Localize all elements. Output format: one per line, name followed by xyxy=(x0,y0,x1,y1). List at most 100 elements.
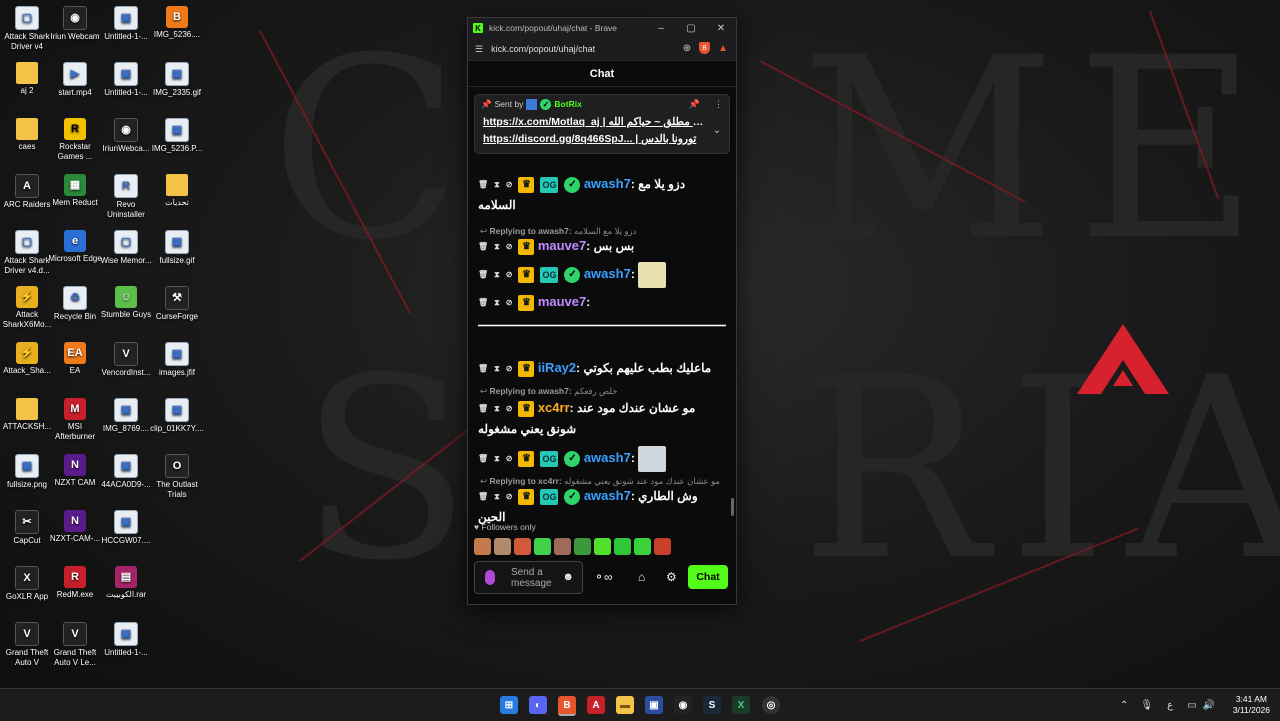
chat-message[interactable]: 🗑 ⧗ ⊘ ♛ OG ✓ awash7: xyxy=(478,446,726,472)
file-explorer-icon[interactable]: ▬ xyxy=(616,696,634,714)
desktop-icon[interactable]: ⚡ Attack_Sha... xyxy=(0,342,54,376)
chat-message[interactable]: 🗑 ⧗ ⊘ ♛ OG ✓ awash7: وش الطاري الحين xyxy=(478,486,726,527)
desktop-icon[interactable]: ▣ IMG_5236.P... xyxy=(150,118,204,154)
desktop-icon[interactable]: ▣ IMG_2335.gif xyxy=(150,62,204,98)
store-icon[interactable]: ⌂ xyxy=(638,570,645,584)
start-windows-icon[interactable]: ⊞ xyxy=(500,696,518,714)
emote-button[interactable] xyxy=(574,538,591,555)
desktop-icon[interactable]: caes xyxy=(0,118,54,152)
timeout-icon[interactable]: ⧗ xyxy=(494,399,500,419)
desktop-icon[interactable]: R RedM.exe xyxy=(48,566,102,600)
ban-icon[interactable]: ⊘ xyxy=(506,265,513,285)
username[interactable]: iiRay2 xyxy=(538,360,576,375)
ban-icon[interactable]: ⊘ xyxy=(506,359,513,379)
network-icon[interactable]: ▭ xyxy=(1187,700,1196,711)
desktop-icon[interactable]: ◉ IriunWebca... xyxy=(99,118,153,154)
app-taskbar-icon[interactable]: ▣ xyxy=(645,696,663,714)
ban-icon[interactable]: ⊘ xyxy=(506,399,513,419)
delete-icon[interactable]: 🗑 xyxy=(478,359,488,379)
steam-icon[interactable]: S xyxy=(703,696,721,714)
title-bar[interactable]: K kick.com/popout/uhaj/chat - Brave – ▢ … xyxy=(468,18,736,38)
chat-message[interactable]: 🗑 ⧗ ⊘ ♛ iiRay2: ماعليك بطب عليهم بكوتي xyxy=(478,358,726,379)
unpin-icon[interactable]: 📌 xyxy=(689,99,700,110)
desktop-icon[interactable]: ⚒ CurseForge xyxy=(150,286,204,322)
delete-icon[interactable]: 🗑 xyxy=(478,399,488,419)
desktop-icon[interactable]: V Grand Theft Auto V xyxy=(0,622,54,668)
microphone-icon[interactable] xyxy=(485,570,495,585)
username[interactable]: awash7 xyxy=(584,176,631,191)
goxlr-taskbar-icon[interactable]: X xyxy=(732,696,750,714)
emote-button[interactable] xyxy=(654,538,671,555)
desktop-icon[interactable]: EA EA xyxy=(48,342,102,376)
ban-icon[interactable]: ⊘ xyxy=(506,449,513,469)
desktop-icon[interactable]: ▣ Untitled-1-... xyxy=(99,62,153,98)
delete-icon[interactable]: 🗑 xyxy=(478,237,488,257)
pinned-link-discord[interactable]: https://discord.gg/8q466SpJ... | تورونا … xyxy=(475,130,729,147)
brave-shields-icon[interactable]: B xyxy=(699,42,711,54)
desktop-icon[interactable]: ▢ Attack Shark Driver v4.d... xyxy=(0,230,54,276)
emote-button[interactable] xyxy=(534,538,551,555)
microphone-tray-icon[interactable]: 🎙 xyxy=(1140,700,1153,711)
emote-button[interactable] xyxy=(474,538,491,555)
username[interactable]: awash7 xyxy=(584,266,631,281)
username[interactable]: xc4rr xyxy=(538,400,570,415)
address-bar[interactable]: ☰ kick.com/popout/uhaj/chat ⊕ B ▲ xyxy=(468,38,736,61)
volume-icon[interactable]: 🔊 xyxy=(1203,700,1215,711)
emote-button[interactable] xyxy=(594,538,611,555)
desktop-icon[interactable]: e Microsoft Edge xyxy=(48,230,102,264)
chat-message[interactable]: 🗑 ⧗ ⊘ ♛ xc4rr: مو عشان عندك مود عند شونق… xyxy=(478,398,726,439)
minimize-button[interactable]: – xyxy=(646,18,676,38)
desktop-icon[interactable]: ▣ clip_01KK7Y.... xyxy=(150,398,204,434)
desktop-icon[interactable]: B IMG_5236.... xyxy=(150,6,204,40)
timeout-icon[interactable]: ⧗ xyxy=(494,265,500,285)
timeout-icon[interactable]: ⧗ xyxy=(494,175,500,195)
desktop-icon[interactable]: ♻ Recycle Bin xyxy=(48,286,102,322)
message-input[interactable]: Send a message ☻ xyxy=(474,561,583,594)
ban-icon[interactable]: ⊘ xyxy=(506,487,513,507)
desktop-icon[interactable]: V Grand Theft Auto V Le... xyxy=(48,622,102,668)
desktop-icon[interactable]: ▤ الكوبيبت.rar xyxy=(99,566,153,600)
desktop-icon[interactable]: N NZXT CAM xyxy=(48,454,102,488)
desktop-icon[interactable]: ✂ CapCut xyxy=(0,510,54,546)
app-circle-icon[interactable]: ◎ xyxy=(762,696,780,714)
desktop-icon[interactable]: ◉ Iriun Webcam xyxy=(48,6,102,42)
brave-taskbar-icon[interactable]: B xyxy=(558,696,576,716)
chat-message[interactable]: 🗑 ⧗ ⊘ ♛ mauve7: بس بس xyxy=(478,236,726,257)
desktop-icon[interactable]: ▣ Untitled-1-... xyxy=(99,622,153,658)
reply-context[interactable]: ↩ Replying to awash7: خلص رفعكم xyxy=(480,386,618,397)
desktop-icon[interactable]: ▣ HCCGW07.... xyxy=(99,510,153,546)
desktop-icon[interactable]: X GoXLR App xyxy=(0,566,54,602)
clock[interactable]: 3:41 AM 3/11/2026 xyxy=(1233,694,1270,716)
emote-button[interactable] xyxy=(634,538,651,555)
emote-button[interactable] xyxy=(514,538,531,555)
maximize-button[interactable]: ▢ xyxy=(676,18,706,38)
webcam-taskbar-icon[interactable]: ◉ xyxy=(674,696,692,714)
timeout-icon[interactable]: ⧗ xyxy=(494,237,500,257)
desktop-icon[interactable]: ▦ Mem Reduct xyxy=(48,174,102,208)
delete-icon[interactable]: 🗑 xyxy=(478,293,488,313)
site-settings-icon[interactable]: ☰ xyxy=(475,44,483,55)
ban-icon[interactable]: ⊘ xyxy=(506,175,513,195)
timeout-icon[interactable]: ⧗ xyxy=(494,487,500,507)
pinned-username[interactable]: BotRix xyxy=(554,99,581,109)
delete-icon[interactable]: 🗑 xyxy=(478,265,488,285)
chat-message[interactable]: 🗑 ⧗ ⊘ ♛ OG ✓ awash7: دزو يلا مع السلامه xyxy=(478,174,726,215)
delete-icon[interactable]: 🗑 xyxy=(478,175,488,195)
username[interactable]: mauve7 xyxy=(538,294,586,309)
delete-icon[interactable]: 🗑 xyxy=(478,449,488,469)
chevron-up-icon[interactable]: ⌃ xyxy=(1120,700,1128,711)
desktop-icon[interactable]: R Revo Uninstaller xyxy=(99,174,153,220)
url-text[interactable]: kick.com/popout/uhaj/chat xyxy=(491,44,595,54)
desktop-icon[interactable]: ▣ 44ACA0D9-... xyxy=(99,454,153,490)
timeout-icon[interactable]: ⧗ xyxy=(494,359,500,379)
users-icon[interactable]: ⚬∞ xyxy=(594,570,613,584)
emote-button[interactable] xyxy=(494,538,511,555)
emote-button[interactable] xyxy=(554,538,571,555)
chevron-down-icon[interactable]: ⌄ xyxy=(713,125,721,136)
desktop-icon[interactable]: aj 2 xyxy=(0,62,54,96)
chat-message[interactable]: 🗑 ⧗ ⊘ ♛ OG ✓ awash7: xyxy=(478,262,726,288)
desktop-icon[interactable]: ▣ fullsize.png xyxy=(0,454,54,490)
chat-message[interactable]: 🗑 ⧗ ⊘ ♛ mauve7: ــــــــــــــــــــــــ… xyxy=(478,292,726,333)
desktop-icon[interactable]: O The Outlast Trials xyxy=(150,454,204,500)
ban-icon[interactable]: ⊘ xyxy=(506,237,513,257)
